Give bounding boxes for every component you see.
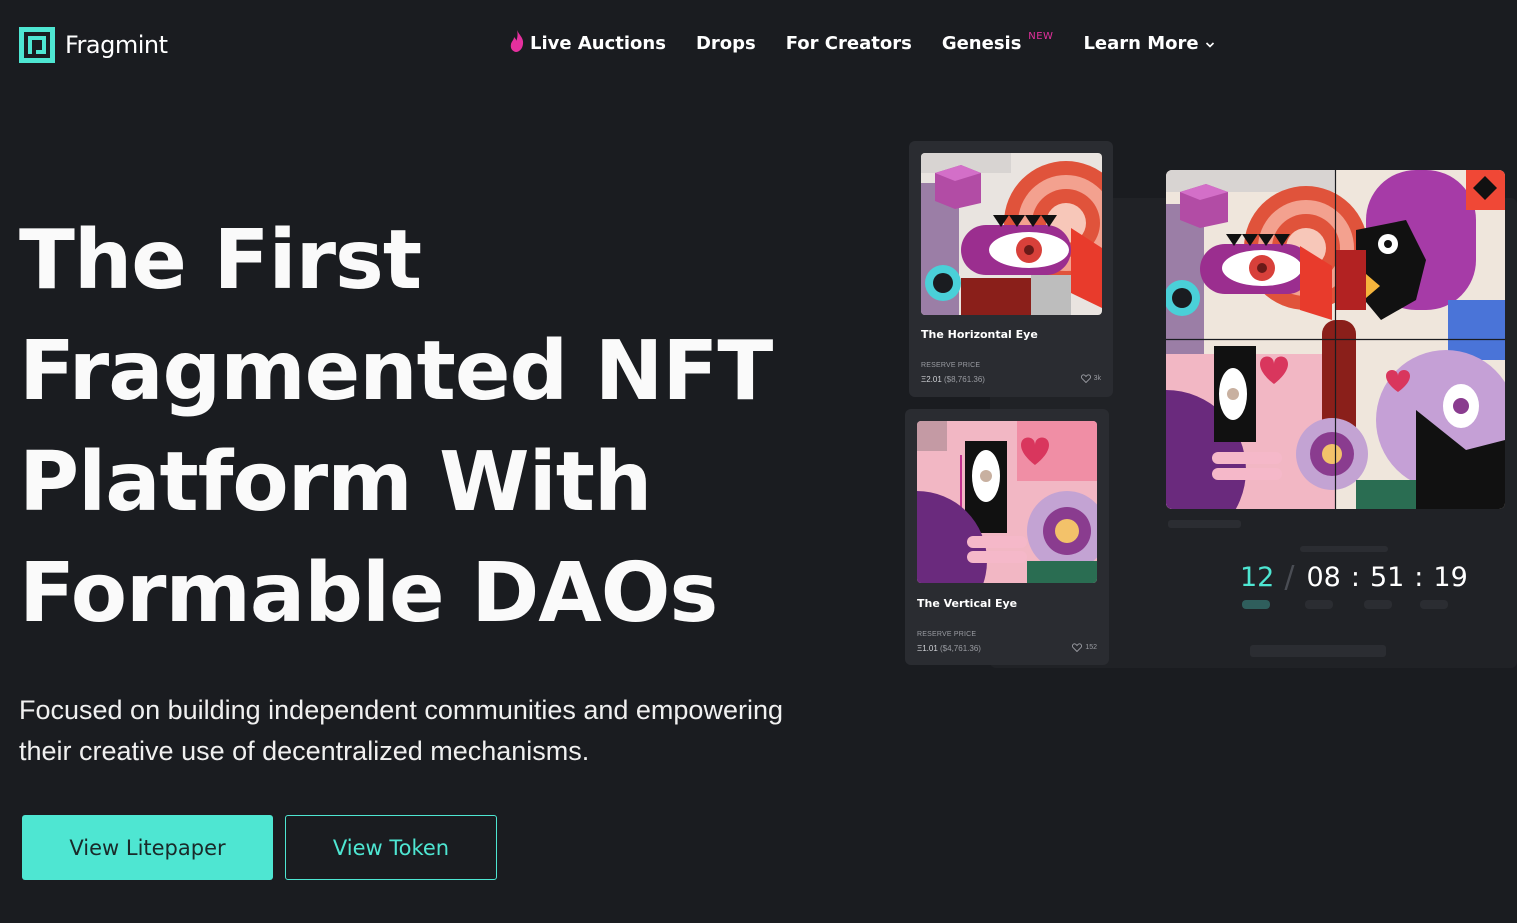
placeholder-bar <box>1168 520 1241 528</box>
card-likes[interactable]: 152 <box>1072 643 1097 652</box>
timer-separator: : <box>1350 562 1360 593</box>
nav-item-drops[interactable]: Drops <box>696 33 756 54</box>
placeholder-bar <box>1300 546 1388 552</box>
hero-title-line: Formable DAOs <box>19 546 718 641</box>
timer-hours: 08 <box>1306 562 1341 593</box>
likes-count: 3k <box>1093 375 1101 382</box>
card-price: Ξ1.01 ($4,761.36) <box>917 644 981 653</box>
nft-card-horizontal-eye[interactable]: The Horizontal Eye RESERVE PRICE Ξ2.01 (… <box>909 141 1113 397</box>
timer-days: 12 <box>1240 562 1275 593</box>
nav-item-genesis[interactable]: Genesis NEW <box>941 31 1053 54</box>
nav-label: Genesis <box>941 33 1022 54</box>
fragmint-logo-icon <box>19 27 55 63</box>
card-price: Ξ2.01 ($8,761.36) <box>921 375 985 384</box>
price-usd: ($8,761.36) <box>944 375 985 384</box>
main-nav: Live Auctions Drops For Creators Genesis… <box>510 30 1215 57</box>
card-title: The Vertical Eye <box>917 597 1018 610</box>
price-eth: Ξ2.01 <box>921 375 942 384</box>
flame-icon <box>510 30 524 57</box>
new-badge: NEW <box>1028 31 1054 42</box>
timer-progress-seconds <box>1420 600 1448 609</box>
likes-count: 152 <box>1085 644 1097 651</box>
hero-title-line: Fragmented NFT <box>19 324 773 419</box>
nav-label: Learn More <box>1083 33 1199 54</box>
auction-countdown-timer: 12 / 08 : 51 : 19 <box>1240 560 1468 595</box>
reserve-price-label: RESERVE PRICE <box>921 362 981 369</box>
hero-title: The First Fragmented NFT Platform With F… <box>19 205 773 649</box>
nav-label: For Creators <box>785 33 912 54</box>
logo[interactable]: Fragmint <box>19 27 168 63</box>
price-usd: ($4,761.36) <box>940 644 981 653</box>
card-likes[interactable]: 3k <box>1080 374 1101 383</box>
placeholder-bar <box>1250 645 1386 657</box>
chevron-down-icon <box>1205 33 1215 54</box>
timer-progress-days <box>1242 600 1270 609</box>
hero-title-line: The First <box>19 213 422 308</box>
view-token-button[interactable]: View Token <box>285 815 497 880</box>
brand-name: Fragmint <box>65 31 168 59</box>
nav-item-for-creators[interactable]: For Creators <box>786 33 912 54</box>
nav-item-live-auctions[interactable]: Live Auctions <box>510 30 666 57</box>
view-litepaper-button[interactable]: View Litepaper <box>22 815 273 880</box>
reserve-price-label: RESERVE PRICE <box>917 631 977 638</box>
heart-icon <box>1072 643 1083 652</box>
nav-label: Drops <box>695 33 756 54</box>
card-title: The Horizontal Eye <box>921 328 1038 341</box>
nft-artwork-image <box>917 421 1097 583</box>
heart-icon <box>1080 374 1091 383</box>
fragmented-nft-artwork[interactable] <box>1166 170 1505 509</box>
nft-artwork-image <box>921 153 1102 315</box>
timer-separator: : <box>1414 562 1424 593</box>
timer-minutes: 51 <box>1369 562 1405 593</box>
hero-title-line: Platform With <box>19 435 652 530</box>
timer-divider: / <box>1284 560 1295 595</box>
nav-label: Live Auctions <box>530 33 666 54</box>
timer-progress-minutes <box>1364 600 1392 609</box>
price-eth: Ξ1.01 <box>917 644 938 653</box>
timer-seconds: 19 <box>1433 562 1468 593</box>
nft-card-vertical-eye[interactable]: The Vertical Eye RESERVE PRICE Ξ1.01 ($4… <box>905 409 1109 665</box>
timer-progress-hours <box>1305 600 1333 609</box>
nav-item-learn-more[interactable]: Learn More <box>1083 33 1214 54</box>
hero-subtitle: Focused on building independent communit… <box>19 695 783 766</box>
